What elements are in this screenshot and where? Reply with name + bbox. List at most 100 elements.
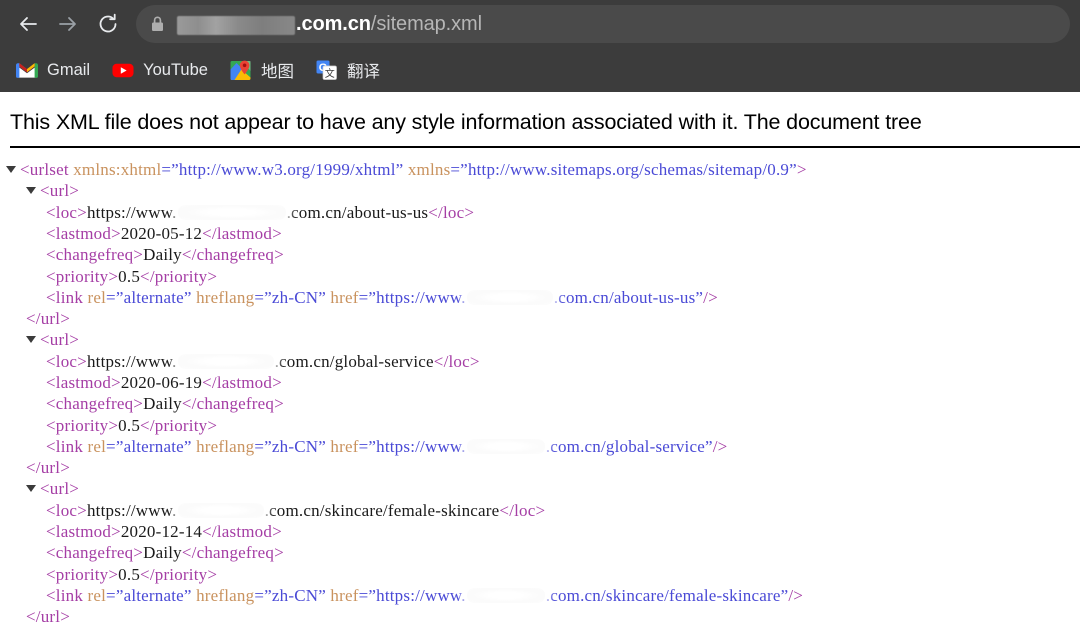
loc-close-tag: </loc>	[428, 202, 475, 222]
lock-icon[interactable]	[150, 15, 165, 33]
link-rel-value: alternate	[123, 287, 184, 307]
xml-line-lastmod: <lastmod>2020-06-19</lastmod>	[6, 372, 1080, 393]
back-button[interactable]	[8, 4, 48, 44]
xml-document-tree: <urlset xmlns:xhtml=”http://www.w3.org/1…	[0, 148, 1080, 627]
link-self-close: />	[712, 436, 728, 456]
link-href-name: href	[330, 436, 359, 456]
bookmark-label: 地图	[260, 63, 294, 81]
loc-url-prefix: https://www.	[86, 202, 177, 222]
lastmod-open-tag: <lastmod>	[46, 223, 121, 243]
xml-line-priority: <priority>0.5</priority>	[6, 564, 1080, 585]
redacted-domain-block	[177, 15, 295, 35]
link-rel-name: rel	[87, 287, 107, 307]
reload-button[interactable]	[88, 4, 128, 44]
bookmark-gmail[interactable]: Gmail	[14, 55, 100, 85]
xml-line-link: <link rel=”alternate” hreflang=”zh-CN” h…	[46, 436, 728, 456]
link-href-name: href	[330, 585, 359, 605]
youtube-icon	[112, 59, 134, 81]
bookmark-label: 翻译	[346, 63, 380, 81]
xml-line-lastmod: <lastmod>2020-12-14</lastmod>	[6, 521, 1080, 542]
collapse-triangle-icon[interactable]	[26, 336, 36, 344]
collapse-triangle-icon[interactable]	[26, 187, 36, 195]
bookmark-maps[interactable]: 地图	[228, 55, 304, 85]
redacted-domain-block	[177, 204, 286, 220]
lastmod-value: 2020-12-14	[120, 522, 203, 542]
redacted-domain-block	[177, 353, 274, 369]
link-open-tag: <link	[46, 436, 84, 456]
link-hreflang-name: hreflang	[196, 585, 255, 605]
url-close-tag: </url>	[26, 309, 70, 329]
xml-line-link: <link rel=”alternate” hreflang=”zh-CN” h…	[46, 585, 804, 605]
urlset-open-bracket: <	[20, 160, 30, 180]
changefreq-open-tag: <changefreq>	[46, 394, 144, 414]
loc-close-tag: </loc>	[433, 351, 480, 371]
lastmod-open-tag: <lastmod>	[46, 372, 121, 392]
svg-text:文: 文	[325, 67, 335, 80]
xml-line-url-open: <url>	[6, 329, 1080, 350]
lastmod-close-tag: </lastmod>	[202, 522, 282, 542]
link-href-prefix: https://www.	[376, 436, 466, 456]
link-href-suffix: .com.cn/about-us-us	[553, 287, 696, 307]
priority-value: 0.5	[118, 564, 141, 584]
xml-line-url-close: </url>	[6, 457, 1080, 478]
changefreq-open-tag: <changefreq>	[46, 543, 144, 563]
forward-arrow-icon	[59, 17, 76, 31]
changefreq-value: Daily	[143, 394, 182, 414]
priority-close-tag: </priority>	[140, 266, 218, 286]
google-maps-icon	[230, 59, 252, 81]
link-self-close: />	[788, 585, 804, 605]
changefreq-value: Daily	[143, 543, 182, 563]
xml-line-loc: <loc>https://www. .com.cn/skincare/female…	[6, 500, 1080, 521]
redacted-domain-block	[466, 438, 545, 454]
redacted-domain-block	[177, 502, 264, 518]
xml-line-priority: <priority>0.5</priority>	[6, 266, 1080, 287]
collapse-triangle-icon[interactable]	[6, 166, 16, 174]
link-rel-value: alternate	[123, 436, 184, 456]
loc-url-suffix: .com.cn/about-us-us	[286, 202, 429, 222]
urlset-attr-xmlns-quote: ”	[789, 160, 797, 180]
link-hreflang-name: hreflang	[196, 287, 255, 307]
loc-url-prefix: https://www.	[86, 500, 177, 520]
lastmod-value: 2020-06-19	[120, 372, 203, 392]
reload-icon	[99, 13, 117, 33]
collapse-triangle-icon[interactable]	[26, 485, 36, 493]
address-bar[interactable]: .com.cn/sitemap.xml	[136, 5, 1070, 43]
bookmark-translate[interactable]: G 文 翻译	[314, 55, 390, 85]
priority-open-tag: <priority>	[46, 564, 119, 584]
xml-line-lastmod: <lastmod>2020-05-12</lastmod>	[6, 223, 1080, 244]
url-path: /sitemap.xml	[370, 12, 482, 35]
lastmod-close-tag: </lastmod>	[202, 223, 282, 243]
loc-url-suffix: .com.cn/skincare/female-skincare	[264, 500, 500, 520]
loc-open-tag: <loc>	[46, 500, 87, 520]
url-text: .com.cn/sitemap.xml	[177, 13, 482, 36]
changefreq-open-tag: <changefreq>	[46, 245, 144, 265]
bookmark-label: Gmail	[47, 60, 91, 79]
priority-close-tag: </priority>	[140, 415, 218, 435]
link-href-prefix: https://www.	[376, 287, 466, 307]
loc-url-suffix: .com.cn/global-service	[274, 351, 434, 371]
forward-button[interactable]	[48, 4, 88, 44]
browser-toolbar: .com.cn/sitemap.xml	[0, 0, 1080, 48]
link-hreflang-value: zh-CN	[271, 585, 319, 605]
bookmark-youtube[interactable]: YouTube	[110, 55, 218, 85]
link-open-tag: <link	[46, 585, 84, 605]
xml-style-notice-bar: This XML file does not appear to have an…	[0, 92, 1080, 149]
urlset-close-bracket: >	[796, 160, 807, 180]
bookmarks-bar: Gmail YouTube 地图 文 翻译	[0, 48, 1080, 92]
urlset-attr-xhtml-name: xmlns:xhtml	[73, 160, 162, 180]
changefreq-close-tag: </changefreq>	[181, 543, 284, 563]
url-open-tag: <url>	[40, 330, 80, 350]
xml-line-url-open: <url>	[6, 478, 1080, 499]
redacted-domain-block	[466, 587, 545, 603]
xml-line-loc: <loc>https://www. .com.cn/global-service<…	[6, 351, 1080, 372]
link-self-close: />	[703, 287, 718, 307]
urlset-tag-name: urlset	[29, 160, 69, 180]
changefreq-value: Daily	[143, 245, 182, 265]
link-hreflang-value: zh-CN	[271, 287, 319, 307]
xml-style-notice-text: This XML file does not appear to have an…	[10, 110, 922, 134]
url-close-tag: </url>	[26, 607, 70, 627]
priority-close-tag: </priority>	[140, 564, 218, 584]
lastmod-open-tag: <lastmod>	[46, 522, 121, 542]
xml-line-url-open: <url>	[6, 180, 1080, 201]
xml-line-loc: <loc>https://www. .com.cn/about-us-us</lo…	[6, 202, 1080, 223]
